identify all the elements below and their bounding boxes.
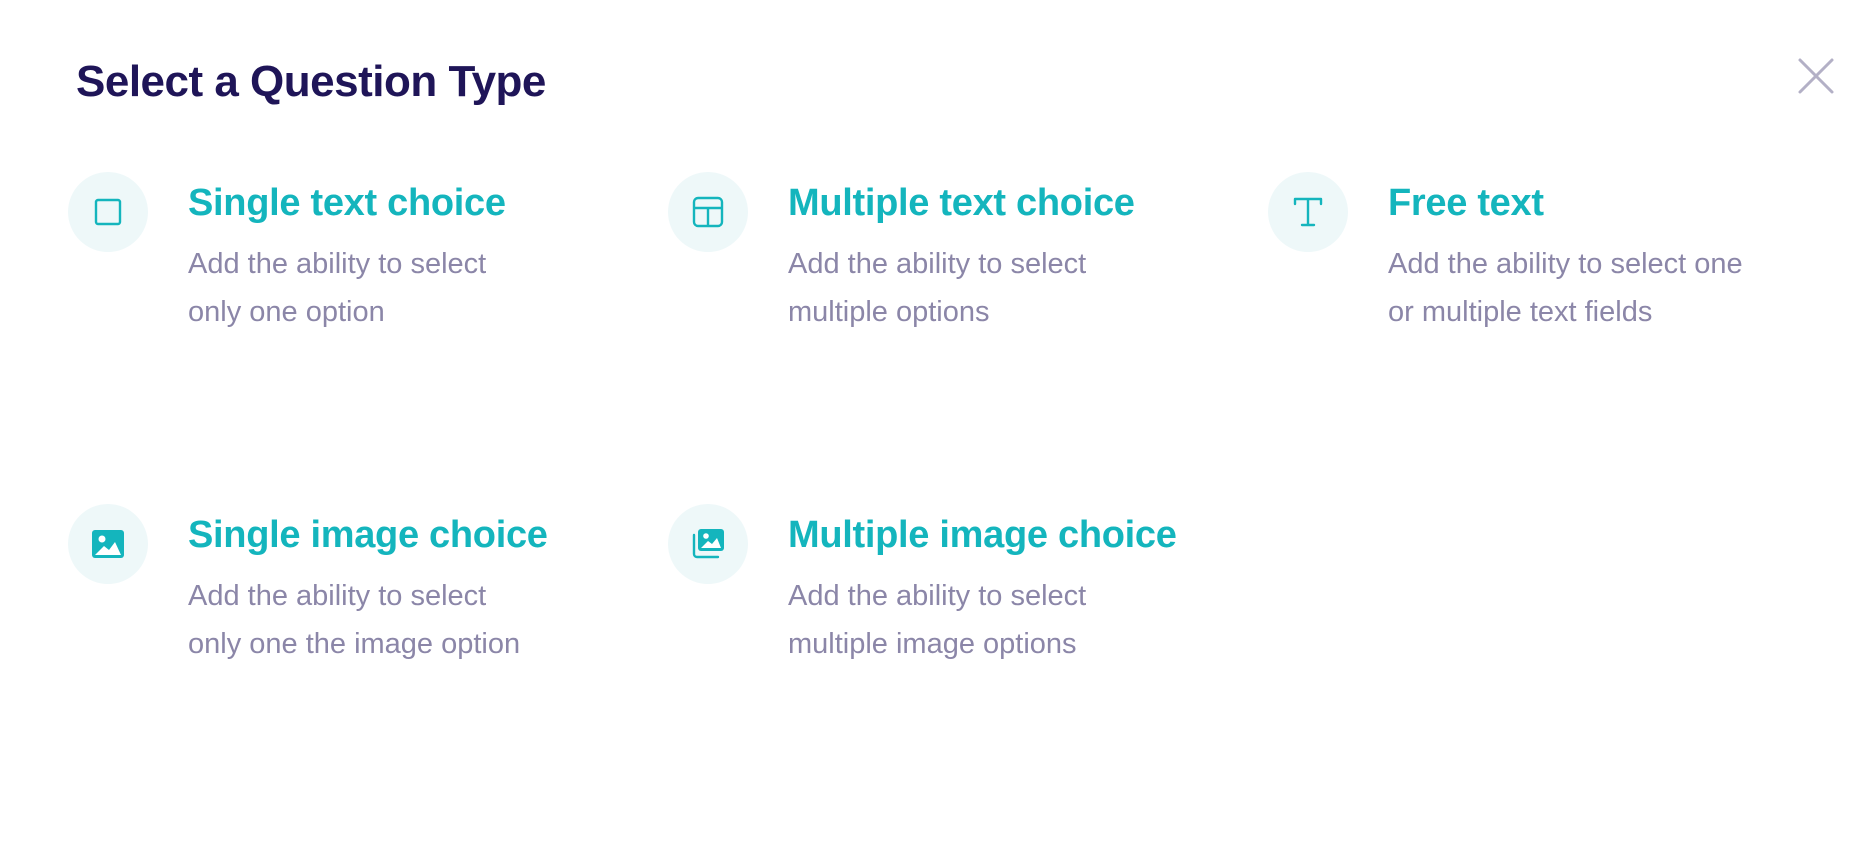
option-multiple-image-choice[interactable]: Multiple image choice Add the ability to… — [668, 504, 1228, 704]
option-description-line: multiple image options — [788, 628, 1077, 660]
option-single-text-choice[interactable]: Single text choice Add the ability to se… — [68, 172, 628, 372]
option-icon-circle — [668, 172, 748, 252]
option-description-line: Add the ability to select — [788, 580, 1087, 612]
option-description-line: Add the ability to select — [188, 580, 487, 612]
option-free-text[interactable]: Free text Add the ability to select one … — [1268, 172, 1828, 372]
close-button[interactable] — [1796, 56, 1836, 96]
images-stack-icon — [692, 529, 724, 559]
option-description-line: Add the ability to select — [188, 248, 487, 280]
option-single-image-choice[interactable]: Single image choice Add the ability to s… — [68, 504, 628, 704]
option-icon-circle — [68, 504, 148, 584]
option-title: Single image choice — [188, 514, 548, 556]
text-t-icon — [1293, 197, 1323, 227]
option-icon-circle — [68, 172, 148, 252]
option-description: Add the ability to select only one the i… — [188, 572, 608, 668]
option-description: Add the ability to select only one optio… — [188, 240, 608, 336]
option-title: Free text — [1388, 182, 1544, 224]
option-description-line: only one the image option — [188, 628, 521, 660]
option-description: Add the ability to select one or multipl… — [1388, 240, 1808, 336]
option-title: Multiple text choice — [788, 182, 1135, 224]
modal-title: Select a Question Type — [76, 57, 546, 106]
option-description-line: Add the ability to select — [788, 248, 1087, 280]
option-description: Add the ability to select multiple optio… — [788, 240, 1208, 336]
option-multiple-text-choice[interactable]: Multiple text choice Add the ability to … — [668, 172, 1228, 372]
image-icon — [92, 530, 124, 558]
option-title: Single text choice — [188, 182, 506, 224]
option-icon-circle — [1268, 172, 1348, 252]
option-description: Add the ability to select multiple image… — [788, 572, 1208, 668]
option-icon-circle — [668, 504, 748, 584]
option-title: Multiple image choice — [788, 514, 1177, 556]
square-icon — [94, 198, 122, 226]
option-description-line: or multiple text fields — [1388, 296, 1653, 328]
option-description-line: Add the ability to select one — [1388, 248, 1743, 280]
grid-icon — [692, 196, 724, 228]
question-type-modal: Select a Question Type Single text choic… — [0, 0, 1850, 852]
option-description-line: only one option — [188, 296, 385, 328]
close-icon — [1798, 58, 1834, 94]
option-description-line: multiple options — [788, 296, 990, 328]
